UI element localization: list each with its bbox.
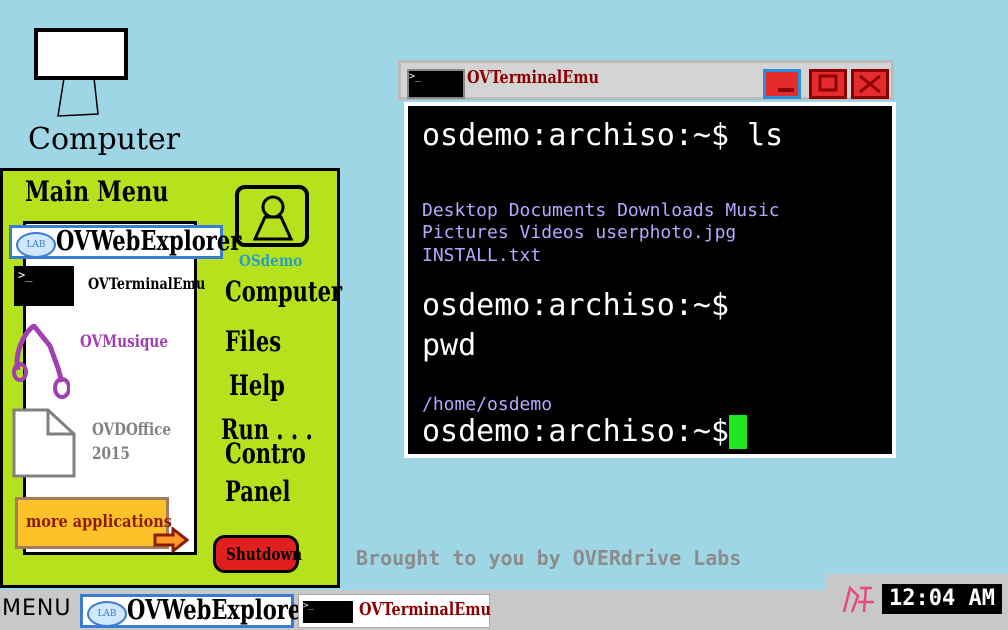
desktop-computer-icon[interactable]: Computer <box>20 22 180 157</box>
terminal-prompt: osdemo:archiso:~$ <box>422 414 748 449</box>
maximize-icon <box>818 74 838 92</box>
shutdown-button[interactable]: Shutdown <box>213 535 303 573</box>
terminal-line: /home/osdemo <box>422 394 553 415</box>
music-note-icon <box>12 324 70 399</box>
terminal-titlebar[interactable]: >_ OVTerminalEmu <box>398 60 894 100</box>
nav-control-panel-line2[interactable]: Panel <box>225 475 290 508</box>
taskbar-item-label: OVTerminalEmu <box>359 599 491 620</box>
terminal-window: >_ OVTerminalEmu osdemo:archiso:~$ ls De… <box>398 60 896 460</box>
pinned-app-label: OVWebExplorer <box>56 226 242 257</box>
terminal-icon: >_ <box>407 69 465 99</box>
terminal-output[interactable]: osdemo:archiso:~$ ls Desktop Documents D… <box>404 102 896 458</box>
user-icon <box>252 195 294 241</box>
more-applications-button[interactable]: more applications <box>15 497 172 549</box>
arrow-right-icon[interactable] <box>153 527 189 553</box>
menu-title: Main Menu <box>25 175 169 208</box>
close-button[interactable] <box>851 69 889 99</box>
close-icon <box>859 74 881 94</box>
taskbar-item-webexplorer[interactable]: LAB OVWebExplorer <box>80 594 312 628</box>
web-browser-icon: LAB <box>87 601 127 627</box>
maximize-button[interactable] <box>809 69 847 99</box>
taskbar-item-label: OVWebExplorer <box>127 595 313 626</box>
app-label-line1: OVDOffice <box>92 420 172 440</box>
terminal-line: osdemo:archiso:~$ ls <box>422 118 784 153</box>
user-avatar[interactable] <box>235 185 309 247</box>
terminal-line: Desktop Documents Downloads Music <box>422 200 780 221</box>
app-label: OVMusique <box>80 332 168 352</box>
web-browser-icon: LAB <box>16 232 56 258</box>
more-applications-label: more applications <box>26 512 172 532</box>
app-label: OVTerminalEmu <box>88 274 206 293</box>
terminal-line: Pictures Videos userphoto.jpg <box>422 222 737 243</box>
monitor-stand-icon <box>57 77 99 117</box>
nav-files[interactable]: Files <box>225 325 281 358</box>
prompt-text: osdemo:archiso:~$ <box>422 414 730 449</box>
terminal-line: pwd <box>422 328 477 363</box>
terminal-line: osdemo:archiso:~$ <box>422 288 730 323</box>
document-icon <box>12 408 76 478</box>
shutdown-label: Shutdown <box>226 545 303 565</box>
start-menu-button[interactable]: MENU <box>0 592 76 630</box>
start-menu-label: MENU <box>2 596 72 621</box>
app-label-line2: 2015 <box>92 444 130 464</box>
credit-text: Brought to you by OVERdrive Labs <box>356 546 742 570</box>
minimize-button[interactable] <box>763 69 801 99</box>
terminal-icon: >_ <box>303 601 353 623</box>
pinned-app-webexplorer[interactable]: LAB OVWebExplorer <box>9 225 241 259</box>
taskbar-item-terminal[interactable]: >_ OVTerminalEmu <box>298 594 491 628</box>
main-menu: Main Menu >_ OVTerminalEmu OVMusique OVD… <box>0 168 342 588</box>
nav-computer[interactable]: Computer <box>225 275 342 308</box>
nav-control-panel-line1[interactable]: Contro <box>225 437 306 470</box>
desktop-icon-label: Computer <box>28 122 181 157</box>
tray-icon[interactable] <box>838 582 878 618</box>
os-name: OSdemo <box>239 251 303 270</box>
nav-help[interactable]: Help <box>229 369 285 402</box>
monitor-icon <box>34 28 128 80</box>
clock: 12:04 AM <box>882 584 1002 614</box>
window-title: OVTerminalEmu <box>467 67 599 88</box>
terminal-icon: >_ <box>14 266 74 306</box>
minimize-icon <box>778 88 794 92</box>
terminal-line: INSTALL.txt <box>422 245 542 266</box>
cursor <box>729 415 748 449</box>
